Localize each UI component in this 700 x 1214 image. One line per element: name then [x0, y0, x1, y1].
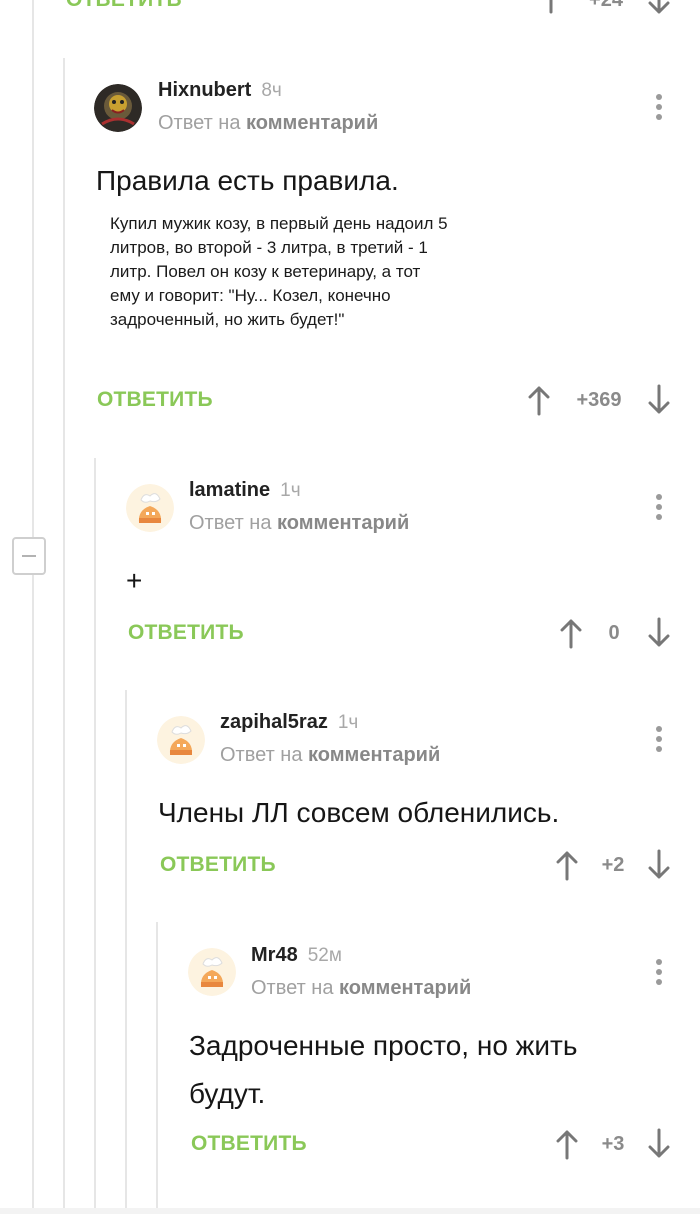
more-options-icon[interactable]	[649, 723, 669, 757]
reply-to-line: Ответ на комментарий	[220, 744, 440, 767]
thread-line-level-2	[94, 458, 96, 1214]
avatar-image	[94, 84, 142, 132]
upvote-arrow-icon[interactable]	[528, 384, 550, 416]
reply-button[interactable]: ОТВЕТИТЬ	[160, 853, 276, 877]
comment-text: +	[126, 565, 143, 596]
downvote-arrow-icon[interactable]	[648, 0, 670, 16]
reply-to-prefix: Ответ на	[158, 112, 241, 134]
reply-to-line: Ответ на комментарий	[189, 512, 409, 535]
username-text[interactable]: zapihal5raz	[220, 711, 328, 733]
thread-line-level-0	[32, 575, 34, 1214]
comment-text: Правила есть правила.	[96, 165, 399, 196]
more-options-icon[interactable]	[649, 91, 669, 125]
comment-time: 1ч	[280, 480, 301, 501]
collapse-thread-button[interactable]	[12, 537, 46, 575]
upvote-arrow-icon[interactable]	[560, 617, 582, 649]
thread-line-level-0	[32, 0, 34, 537]
user-avatar[interactable]	[157, 716, 205, 764]
downvote-arrow-icon[interactable]	[648, 384, 670, 416]
upvote-arrow-icon[interactable]	[540, 0, 562, 14]
bottom-divider	[0, 1208, 700, 1214]
username-text[interactable]: Mr48	[251, 944, 298, 966]
username-text[interactable]: Hixnubert	[158, 79, 251, 101]
user-avatar[interactable]	[126, 484, 174, 532]
comment-text: Члены ЛЛ совсем обленились.	[158, 797, 560, 828]
username-text[interactable]: lamatine	[189, 479, 270, 501]
reply-to-prefix: Ответ на	[220, 744, 303, 766]
score-value: 0	[608, 622, 620, 644]
reply-to-link[interactable]: комментарий	[277, 512, 409, 534]
more-options-icon[interactable]	[649, 956, 669, 990]
downvote-arrow-icon[interactable]	[648, 849, 670, 881]
reply-to-prefix: Ответ на	[251, 977, 334, 999]
thread-line-level-1	[63, 58, 65, 1214]
thread-line-level-4	[156, 922, 158, 1214]
reply-button[interactable]: ОТВЕТИТЬ	[66, 0, 182, 12]
more-options-icon[interactable]	[649, 491, 669, 525]
comment-time: 52м	[307, 945, 342, 966]
user-avatar[interactable]	[188, 948, 236, 996]
reply-to-link[interactable]: комментарий	[308, 744, 440, 766]
downvote-arrow-icon[interactable]	[648, 1128, 670, 1160]
comment-username[interactable]: zapihal5raz 1ч	[220, 711, 358, 734]
score-value: +24	[589, 0, 623, 11]
reply-button[interactable]: ОТВЕТИТЬ	[191, 1132, 307, 1156]
comment-time: 8ч	[261, 80, 282, 101]
comment-username[interactable]: lamatine 1ч	[189, 479, 301, 502]
reply-button[interactable]: ОТВЕТИТЬ	[128, 621, 244, 645]
comment-username[interactable]: Mr48 52м	[251, 944, 342, 967]
comment-image-text: Купил мужик козу, в первый день надоил 5…	[110, 214, 448, 329]
thread-line-level-3	[125, 690, 127, 1214]
reply-to-prefix: Ответ на	[189, 512, 272, 534]
reply-button[interactable]: ОТВЕТИТЬ	[97, 388, 213, 412]
comment-time: 1ч	[337, 712, 359, 733]
user-avatar[interactable]	[94, 84, 142, 132]
comment-username[interactable]: Hixnubert 8ч	[158, 79, 282, 102]
default-avatar-icon	[188, 948, 236, 996]
reply-to-line: Ответ на комментарий	[158, 112, 378, 135]
reply-to-link[interactable]: комментарий	[246, 112, 378, 134]
default-avatar-icon	[126, 484, 174, 532]
score-value: +3	[601, 1133, 625, 1155]
upvote-arrow-icon[interactable]	[556, 849, 578, 881]
score-value: +369	[576, 389, 622, 411]
default-avatar-icon	[157, 716, 205, 764]
score-value: +2	[601, 854, 625, 876]
reply-to-link[interactable]: комментарий	[339, 977, 471, 999]
downvote-arrow-icon[interactable]	[648, 617, 670, 649]
reply-to-line: Ответ на комментарий	[251, 977, 471, 1000]
comment-text: Задроченные просто, но жить будут.	[189, 1030, 578, 1109]
upvote-arrow-icon[interactable]	[556, 1128, 578, 1160]
